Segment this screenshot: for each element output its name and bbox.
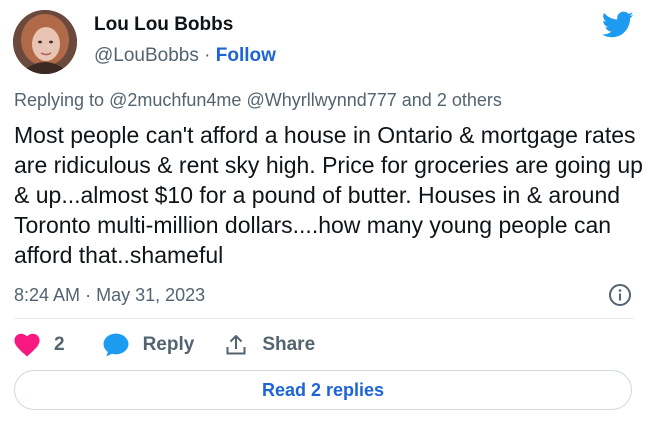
info-circle-icon[interactable] xyxy=(608,283,632,307)
reply-prefix: Replying to xyxy=(14,90,105,110)
mention-link[interactable]: @Whyrllwynnd777 xyxy=(246,90,396,110)
handle-separator: · xyxy=(204,45,211,66)
reply-context: Replying to @2muchfun4me @Whyrllwynnd777… xyxy=(14,90,502,111)
share-label: Share xyxy=(262,334,316,355)
tweet-card: Lou Lou Bobbs @LouBobbs · Follow Replyin… xyxy=(0,0,650,429)
twitter-bird-icon[interactable] xyxy=(602,11,634,39)
reply-button[interactable]: Reply xyxy=(103,333,195,357)
action-bar: 2 Reply Share xyxy=(14,330,345,360)
author-handle-row: @LouBobbs · Follow xyxy=(94,45,276,67)
share-button[interactable]: Share xyxy=(224,333,315,357)
divider xyxy=(14,318,634,319)
like-count: 2 xyxy=(54,334,65,355)
author-name[interactable]: Lou Lou Bobbs xyxy=(94,14,233,36)
timestamp-separator: · xyxy=(85,285,92,305)
tweet-time[interactable]: 8:24 AM xyxy=(14,285,80,305)
speech-bubble-icon xyxy=(103,333,129,357)
like-button[interactable]: 2 xyxy=(14,333,65,357)
tweet-timestamp[interactable]: 8:24 AM · May 31, 2023 xyxy=(14,285,205,306)
tweet-text: Most people can't afford a house in Onta… xyxy=(14,122,643,268)
reply-label: Reply xyxy=(142,334,195,355)
read-replies-button[interactable]: Read 2 replies xyxy=(14,370,632,410)
reply-others[interactable]: and 2 others xyxy=(402,90,502,110)
mention-link[interactable]: @2muchfun4me xyxy=(109,90,241,110)
avatar-image xyxy=(13,10,77,74)
tweet-date[interactable]: May 31, 2023 xyxy=(96,285,205,305)
share-arrow-icon xyxy=(226,335,246,355)
heart-icon xyxy=(14,333,40,357)
author-handle[interactable]: @LouBobbs xyxy=(94,45,199,66)
follow-button[interactable]: Follow xyxy=(216,45,276,66)
avatar[interactable] xyxy=(13,10,77,74)
